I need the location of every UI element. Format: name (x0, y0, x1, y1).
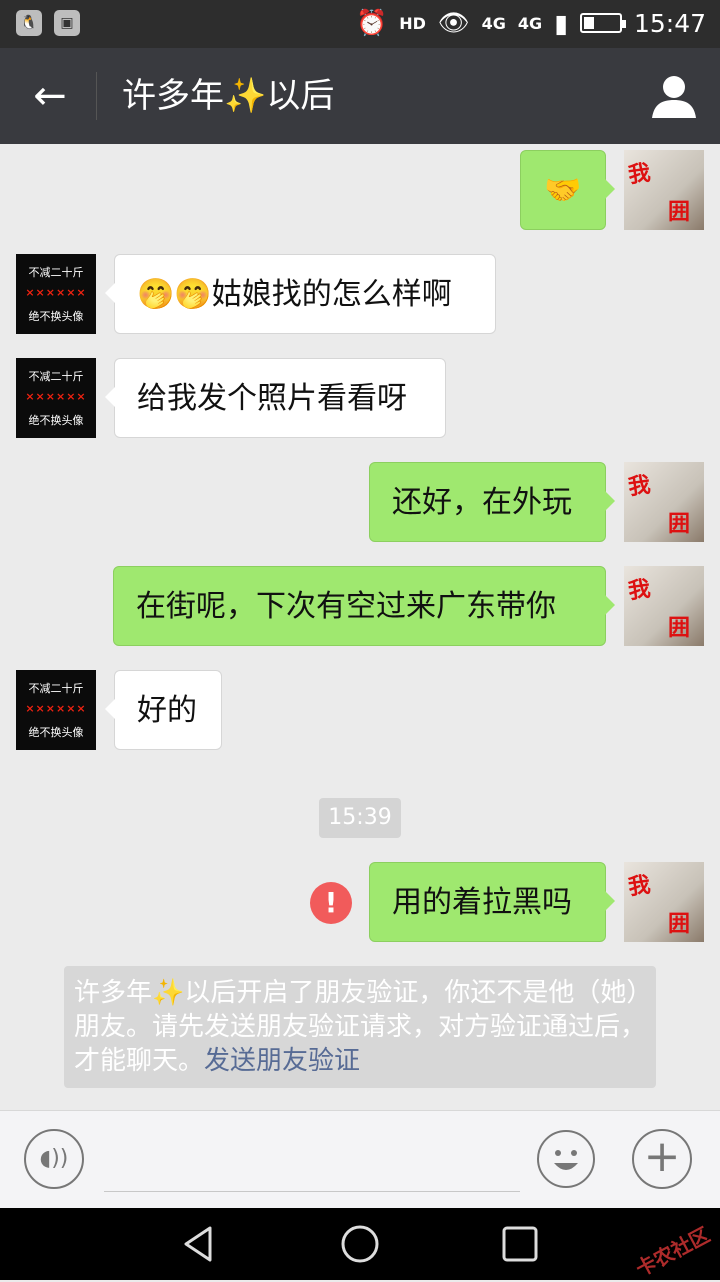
chat-title: 许多年✨以后 (122, 76, 335, 116)
status-right: ⏰ HD 👁 4G 4G ▮ 15:47 (356, 8, 706, 38)
my-avatar[interactable]: 我囲 (624, 862, 704, 942)
input-bar: ◖)) + (0, 1110, 720, 1209)
alarm-icon: ⏰ (356, 8, 388, 37)
nav-recents-icon[interactable] (500, 1224, 540, 1264)
eye-icon: 👁 (437, 8, 470, 37)
more-plus-icon[interactable]: + (632, 1129, 692, 1189)
handshake-emoji: 🤝 (544, 173, 582, 208)
back-arrow-icon[interactable]: ← (24, 68, 76, 124)
my-avatar[interactable]: 我囲 (624, 150, 704, 230)
send-verification-link[interactable]: 发送朋友验证 (204, 1046, 360, 1076)
clock-time: 15:47 (633, 8, 706, 38)
message-text: 好的 (137, 693, 197, 728)
status-bar: 🐧 ▣ ⏰ HD 👁 4G 4G ▮ 15:47 (0, 0, 720, 48)
network-label-small: 4G (517, 13, 543, 33)
my-avatar[interactable]: 我囲 (624, 462, 704, 542)
chat-header: ← 许多年✨以后 (0, 48, 720, 144)
battery-icon (579, 13, 626, 33)
message-text: 给我发个照片看看呀 (137, 381, 407, 416)
message-bubble-right[interactable]: 在街呢，下次有空过来广东带你 (113, 566, 615, 646)
emoji-icon[interactable] (536, 1129, 596, 1189)
send-failed-icon[interactable]: ! (310, 882, 352, 924)
signal-icon: ▮ (554, 8, 568, 38)
message-bubble-left[interactable]: 好的 (105, 670, 222, 750)
system-nav-bar: 卡农社区 (0, 1208, 720, 1282)
image-icon: ▣ (54, 10, 80, 36)
qq-icon: 🐧 (16, 10, 42, 36)
watermark-logo: 卡农社区 (631, 1222, 714, 1282)
contact-info-icon[interactable] (648, 70, 700, 122)
nav-home-icon[interactable] (340, 1224, 380, 1264)
my-avatar[interactable]: 我囲 (624, 566, 704, 646)
message-text: 在街呢，下次有空过来广东带你 (136, 589, 556, 624)
nav-back-icon[interactable] (180, 1224, 220, 1264)
voice-input-icon[interactable]: ◖)) (24, 1129, 84, 1189)
timestamp-pill: 15:39 (319, 798, 401, 838)
hd-label: HD (399, 13, 426, 33)
message-list[interactable]: 🤝 我囲 不减二十斤 ×××××× 绝不换头像 🤭🤭姑娘找的怎么样啊 不减二十斤 ××… (0, 144, 720, 1110)
header-divider (96, 72, 97, 120)
message-bubble-right[interactable]: 用的着拉黑吗 (369, 862, 615, 942)
message-text: 用的着拉黑吗 (392, 885, 572, 920)
message-bubble-left[interactable]: 🤭🤭姑娘找的怎么样啊 (105, 254, 496, 334)
message-bubble-left[interactable]: 给我发个照片看看呀 (105, 358, 446, 438)
contact-avatar[interactable]: 不减二十斤 ×××××× 绝不换头像 (16, 254, 96, 334)
contact-avatar[interactable]: 不减二十斤 ×××××× 绝不换头像 (16, 358, 96, 438)
status-notifications: 🐧 ▣ (16, 10, 80, 36)
contact-avatar[interactable]: 不减二十斤 ×××××× 绝不换头像 (16, 670, 96, 750)
message-bubble-right[interactable]: 🤝 (520, 150, 615, 230)
message-input[interactable] (104, 1191, 520, 1192)
message-text: 🤭🤭姑娘找的怎么样啊 (137, 277, 452, 312)
battery-fill (583, 17, 594, 29)
network-label: 4G (481, 13, 506, 33)
system-notice: 许多年✨以后开启了朋友验证，你还不是他（她）朋友。请先发送朋友验证请求，对方验证… (64, 966, 656, 1088)
message-text: 还好，在外玩 (392, 485, 572, 520)
message-bubble-right[interactable]: 还好，在外玩 (369, 462, 615, 542)
